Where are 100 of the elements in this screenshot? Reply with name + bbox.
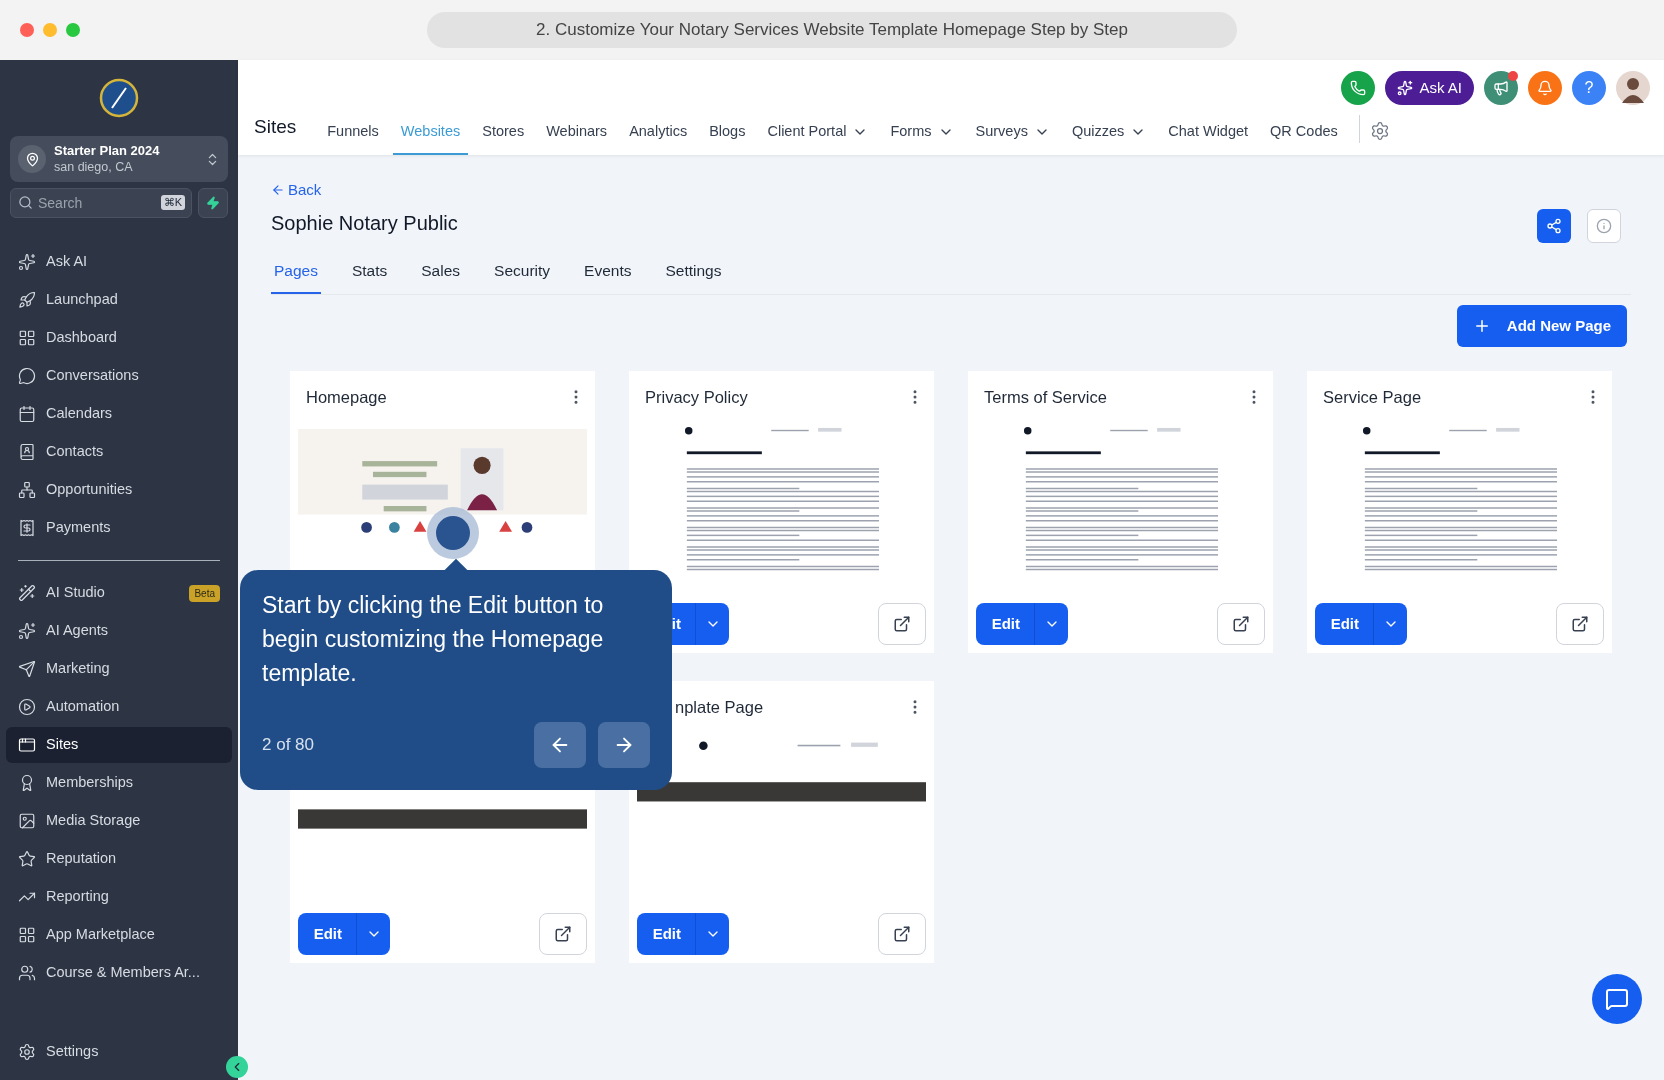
sidebar-item[interactable]: Dashboard <box>6 320 232 356</box>
share-icon <box>1546 218 1562 234</box>
search-icon <box>18 195 33 210</box>
external-link-icon <box>893 615 911 634</box>
wand-icon <box>18 584 36 602</box>
tour-tooltip-text: Start by clicking the Edit button to begin customizing the Homepage template. <box>262 591 605 688</box>
previous-button[interactable] <box>534 722 586 768</box>
site-tab[interactable]: Pages <box>271 259 321 295</box>
sidebar-item[interactable]: Automation <box>6 689 232 725</box>
avatar[interactable] <box>1616 71 1650 105</box>
site-tab[interactable]: Security <box>491 259 554 295</box>
receipt-icon <box>18 519 36 537</box>
location-icon <box>24 151 40 167</box>
sparkles-icon <box>1397 80 1414 96</box>
account-location: san diego, CA <box>54 159 134 175</box>
sidebar-item[interactable]: Reporting <box>6 879 232 915</box>
tour-step-counter: 2 of 80 <box>262 734 315 757</box>
back-link[interactable]: Back <box>271 179 458 202</box>
sidebar-item[interactable]: Settings <box>6 1034 232 1070</box>
next-button[interactable] <box>598 722 650 768</box>
share-button[interactable] <box>1537 209 1571 243</box>
sidebar-item[interactable]: Contacts <box>6 434 232 470</box>
sidebar-item[interactable]: Opportunities <box>6 472 232 508</box>
sidebar-item[interactable]: Reputation <box>6 841 232 877</box>
sidebar-item[interactable]: Launchpad <box>6 282 232 318</box>
site-tab[interactable]: Settings <box>662 259 725 295</box>
beta-badge: Beta <box>189 584 220 602</box>
lightning-icon <box>206 196 220 210</box>
open-page-button[interactable] <box>539 913 587 956</box>
chat-bubble-icon <box>18 367 36 385</box>
settings-icon[interactable] <box>1369 121 1390 141</box>
open-page-button[interactable] <box>1556 603 1604 646</box>
nav-tab[interactable]: Quizzes <box>1063 115 1155 155</box>
sidebar-item[interactable]: Ask AI <box>6 244 232 280</box>
nav-tab[interactable]: QR Codes <box>1262 115 1346 155</box>
nav-tab[interactable]: Blogs <box>701 115 754 155</box>
open-page-button[interactable] <box>878 913 926 956</box>
sidebar-item[interactable]: AI Agents <box>6 613 232 649</box>
logo-icon <box>99 78 139 118</box>
nav-tab[interactable]: Surveys <box>967 115 1058 155</box>
sparkles-icon <box>18 253 36 271</box>
contact-book-icon <box>18 443 36 461</box>
site-tab[interactable]: Sales <box>418 259 464 295</box>
account-name: Starter Plan 2024 <box>54 143 161 159</box>
quick-action-button[interactable] <box>198 188 228 218</box>
card-title: Terms of Service <box>984 386 1107 408</box>
ask-ai-button[interactable]: Ask AI <box>1385 71 1474 105</box>
grid-icon <box>18 329 36 347</box>
add-new-page-button[interactable]: Add New Page <box>1456 305 1627 348</box>
site-tab[interactable]: Stats <box>348 259 391 295</box>
calendar-icon <box>18 405 36 423</box>
play-icon <box>18 698 36 716</box>
close-window-icon[interactable] <box>20 23 34 37</box>
nav-tab[interactable]: Analytics <box>621 115 696 155</box>
chat-icon <box>1605 987 1629 1011</box>
megaphone-icon <box>1493 80 1509 96</box>
nav-tab[interactable]: Client Portal <box>759 115 877 155</box>
paper-plane-icon <box>18 660 36 678</box>
sidebar-item[interactable]: Marketing <box>6 651 232 687</box>
collapse-sidebar-button[interactable] <box>226 1056 248 1078</box>
nav-tab[interactable]: Stores <box>474 115 533 155</box>
notifications-button[interactable] <box>1528 71 1562 105</box>
sidebar-item[interactable]: AI Studio Beta <box>6 575 232 611</box>
help-button[interactable]: ? <box>1572 71 1606 105</box>
site-tab[interactable]: Events <box>581 259 635 295</box>
nav-tab[interactable]: Chat Widget <box>1160 115 1257 155</box>
phone-button[interactable] <box>1341 71 1376 105</box>
open-page-button[interactable] <box>878 603 926 646</box>
card-title: Service Page <box>1323 386 1422 408</box>
grid-icon <box>18 926 36 944</box>
info-icon <box>1596 218 1612 234</box>
nav-tab[interactable]: Funnels <box>319 115 387 155</box>
account-switcher[interactable]: Starter Plan 2024 san diego, CA <box>10 136 228 182</box>
chat-button[interactable] <box>1592 974 1642 1024</box>
bell-icon <box>1537 80 1553 96</box>
image-icon <box>18 812 36 830</box>
card-title: nplate Page <box>674 696 764 718</box>
network-icon <box>18 481 36 499</box>
external-link-icon <box>1232 615 1250 634</box>
sidebar-item[interactable]: Media Storage <box>6 803 232 839</box>
open-page-button[interactable] <box>1217 603 1265 646</box>
external-link-icon <box>893 925 911 944</box>
announcements-button[interactable] <box>1484 71 1518 105</box>
card-title: Homepage <box>306 386 387 408</box>
sidebar-item[interactable]: Payments <box>6 510 232 546</box>
sidebar-item[interactable]: Course & Members Ar... <box>6 955 232 991</box>
rocket-icon <box>18 291 36 309</box>
settings-icon <box>18 1043 36 1061</box>
sparkles-icon <box>18 622 36 640</box>
phone-icon <box>1350 80 1367 96</box>
sidebar-item[interactable]: App Marketplace <box>6 917 232 953</box>
browser-window-icon <box>18 736 36 754</box>
sidebar-item[interactable]: Calendars <box>6 396 232 432</box>
sidebar-item[interactable]: Memberships <box>6 765 232 801</box>
nav-tab[interactable]: Webinars <box>538 115 616 155</box>
sidebar-item[interactable]: Sites <box>6 727 232 763</box>
sidebar-item[interactable]: Conversations <box>6 358 232 394</box>
users-icon <box>18 964 36 982</box>
star-icon <box>18 850 36 868</box>
nav-tab[interactable]: Forms <box>882 115 962 155</box>
